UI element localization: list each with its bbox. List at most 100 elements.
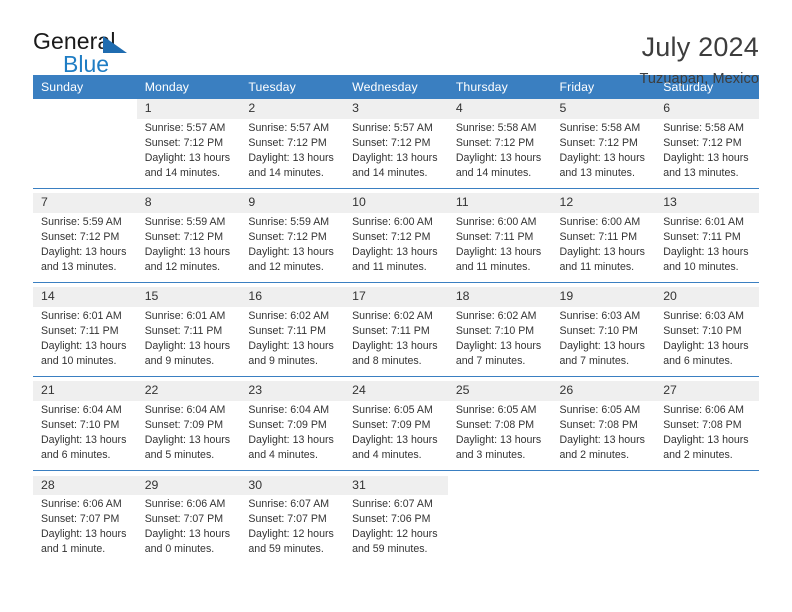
day-detail-line: Sunrise: 6:06 AM (41, 498, 122, 511)
day-number[interactable]: 25 (447, 381, 552, 401)
day-number[interactable]: 5 (551, 99, 656, 119)
day-details-empty (552, 495, 656, 564)
day-detail-line: Sunset: 7:11 PM (559, 230, 638, 243)
day-details: Sunrise: 6:06 AM Sunset: 7:07 PM Daylight:… (137, 495, 241, 564)
day-detail-line: Sunrise: 5:59 AM (41, 215, 122, 228)
day-detail-line: Sunrise: 6:05 AM (455, 403, 537, 416)
day-detail-line: and 8 minutes. (352, 354, 422, 367)
day-number[interactable]: 12 (551, 193, 656, 213)
day-detail-line: and 14 minutes. (455, 166, 532, 179)
day-detail-line: Sunset: 7:12 PM (352, 230, 431, 243)
day-detail-line: Sunrise: 6:04 AM (144, 403, 226, 416)
day-number[interactable]: 30 (240, 475, 345, 496)
day-number[interactable]: 28 (33, 475, 137, 496)
day-number[interactable]: 20 (655, 287, 759, 307)
day-detail-line: Sunset: 7:12 PM (144, 230, 224, 243)
day-detail-line: Sunset: 7:08 PM (455, 418, 535, 431)
day-number[interactable]: 9 (240, 193, 345, 213)
day-detail-line: Daylight: 13 hours (559, 245, 645, 258)
day-detail-line: Daylight: 13 hours (455, 151, 542, 164)
day-details-empty (448, 495, 552, 564)
day-detail-line: Sunrise: 5:58 AM (559, 121, 641, 134)
day-detail-line: Daylight: 13 hours (352, 151, 438, 164)
day-detail-line: Sunset: 7:12 PM (559, 136, 638, 149)
day-number[interactable]: 27 (655, 381, 759, 401)
day-detail-line: Sunset: 7:10 PM (663, 324, 742, 337)
day-detail-line: Sunrise: 6:03 AM (663, 309, 744, 322)
day-detail-line: Daylight: 13 hours (559, 339, 645, 352)
day-detail-line: Sunrise: 6:02 AM (248, 309, 330, 322)
day-number[interactable]: 11 (447, 193, 552, 213)
day-detail-line: and 2 minutes. (663, 449, 733, 462)
day-detail-line: Sunset: 7:09 PM (248, 418, 327, 431)
week-daynumber-row: 123456 (33, 99, 759, 119)
day-detail-line: Sunrise: 6:01 AM (41, 309, 122, 322)
logo[interactable]: General Blue (33, 30, 153, 82)
day-number[interactable]: 18 (447, 287, 552, 307)
day-number[interactable]: 17 (344, 287, 448, 307)
day-details: Sunrise: 6:07 AM Sunset: 7:06 PM Daylight:… (344, 495, 448, 564)
day-number[interactable]: 8 (136, 193, 241, 213)
week-details-row: Sunrise: 6:01 AM Sunset: 7:11 PM Daylight:… (33, 307, 759, 377)
week-daynumber-row: 7 8 9 10 11 12 13 (33, 193, 759, 213)
day-number[interactable]: 21 (33, 381, 137, 401)
day-details: Sunrise: 6:07 AM Sunset: 7:07 PM Daylight:… (240, 495, 344, 564)
day-number[interactable]: 4 (447, 99, 552, 119)
day-number[interactable]: 15 (136, 287, 241, 307)
day-detail-line: Sunset: 7:11 PM (41, 324, 119, 337)
day-detail-line: Sunset: 7:12 PM (352, 136, 431, 149)
day-details: Sunrise: 5:59 AM Sunset: 7:12 PM Daylight:… (240, 213, 344, 283)
day-number[interactable]: 23 (240, 381, 345, 401)
day-detail-line: Sunset: 7:08 PM (559, 418, 638, 431)
day-detail-line: and 59 minutes. (248, 543, 324, 556)
day-number[interactable]: 29 (136, 475, 241, 496)
day-detail-line: Sunrise: 5:58 AM (455, 121, 537, 134)
day-number[interactable]: 7 (33, 193, 137, 213)
day-number[interactable]: 10 (344, 193, 448, 213)
day-detail-line: Daylight: 13 hours (41, 434, 127, 446)
day-detail-line: Sunset: 7:09 PM (144, 418, 224, 431)
day-detail-line: Sunrise: 5:59 AM (248, 215, 330, 228)
day-detail-line: Daylight: 13 hours (41, 339, 127, 352)
day-number[interactable]: 26 (551, 381, 656, 401)
day-detail-line: Sunset: 7:07 PM (41, 513, 120, 526)
day-number[interactable]: 16 (240, 287, 345, 307)
day-detail-line: Daylight: 12 hours (352, 528, 438, 541)
day-detail-line: Sunrise: 6:02 AM (455, 309, 537, 322)
day-details: Sunrise: 5:57 AM Sunset: 7:12 PM Daylight:… (137, 119, 241, 189)
day-detail-line: Sunset: 7:12 PM (41, 230, 120, 243)
day-detail-line: and 13 minutes. (663, 166, 739, 179)
day-details: Sunrise: 6:05 AM Sunset: 7:08 PM Daylight:… (448, 401, 552, 471)
day-detail-line: Sunrise: 6:00 AM (455, 215, 537, 228)
day-number[interactable]: 24 (344, 381, 448, 401)
day-detail-line: Daylight: 13 hours (663, 339, 749, 352)
day-number[interactable]: 22 (136, 381, 241, 401)
day-detail-line: and 4 minutes. (352, 449, 422, 462)
day-number[interactable]: 6 (655, 99, 759, 119)
day-detail-line: Sunrise: 5:57 AM (248, 121, 330, 134)
day-details: Sunrise: 5:59 AM Sunset: 7:12 PM Daylight:… (33, 213, 137, 283)
day-detail-line: Sunset: 7:07 PM (144, 513, 224, 526)
day-number[interactable]: 14 (33, 287, 137, 307)
day-detail-line: Sunrise: 5:59 AM (144, 215, 226, 228)
day-details: Sunrise: 6:01 AM Sunset: 7:11 PM Daylight:… (137, 307, 241, 377)
day-detail-line: Sunset: 7:12 PM (455, 136, 535, 149)
day-detail-line: and 13 minutes. (41, 260, 117, 273)
day-number[interactable]: 3 (344, 99, 448, 119)
day-detail-line: and 1 minute. (41, 543, 106, 556)
day-number[interactable]: 31 (344, 475, 448, 496)
weekday-header-wednesday: Wednesday (344, 75, 448, 99)
day-detail-line: Daylight: 13 hours (559, 434, 645, 446)
day-detail-line: Daylight: 13 hours (248, 339, 334, 352)
day-number[interactable]: 13 (655, 193, 759, 213)
day-details: Sunrise: 5:58 AM Sunset: 7:12 PM Daylight:… (655, 119, 759, 189)
day-detail-line: Daylight: 13 hours (248, 151, 334, 164)
day-detail-line: and 6 minutes. (663, 354, 733, 367)
day-number[interactable]: 19 (551, 287, 656, 307)
day-details: Sunrise: 6:06 AM Sunset: 7:08 PM Daylight:… (655, 401, 759, 471)
day-detail-line: Daylight: 13 hours (663, 245, 749, 258)
day-number[interactable]: 2 (240, 99, 345, 119)
day-number[interactable]: 1 (136, 99, 241, 119)
day-detail-line: Sunset: 7:10 PM (455, 324, 535, 337)
day-detail-line: and 12 minutes. (248, 260, 324, 273)
